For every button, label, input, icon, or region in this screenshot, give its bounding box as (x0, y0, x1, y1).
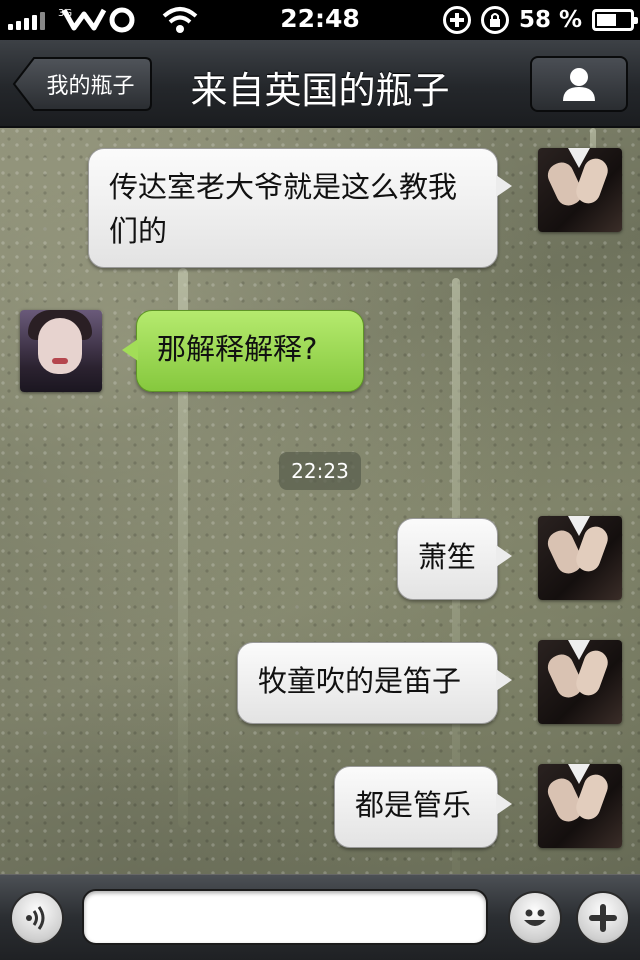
plus-icon (589, 904, 617, 932)
message-bubble-sent[interactable]: 传达室老大爷就是这么教我们的 (88, 148, 512, 268)
message-text: 那解释解释? (157, 332, 318, 366)
message-text: 萧笙 (418, 540, 477, 574)
voice-button[interactable] (10, 891, 64, 945)
back-button[interactable]: 我的瓶子 (12, 56, 153, 112)
add-circle-icon (442, 6, 471, 34)
avatar-me[interactable] (538, 764, 622, 848)
page-title: 来自英国的瓶子 (190, 69, 450, 112)
smiley-icon (524, 909, 546, 926)
navigation-bar: 我的瓶子 来自英国的瓶子 (0, 40, 640, 128)
battery-percent: 58 % (518, 7, 582, 33)
message-bubble-sent[interactable]: 牧童吹的是笛子 (237, 642, 512, 724)
chat-screen: 3G 22:48 58 % 我的瓶子 来自英国的瓶子 传达室老大爷就是这么教我们… (0, 0, 640, 960)
battery-level (597, 14, 616, 26)
message-timestamp: 22:23 (279, 452, 361, 490)
voice-icon (26, 906, 45, 930)
battery-icon (592, 9, 638, 31)
status-bar: 3G 22:48 58 % (0, 0, 640, 40)
profile-button[interactable] (530, 56, 628, 112)
avatar-me[interactable] (538, 148, 622, 232)
message-text: 传达室老大爷就是这么教我们的 (109, 170, 458, 248)
message-text: 牧童吹的是笛子 (258, 664, 462, 698)
back-button-label: 我的瓶子 (46, 74, 135, 99)
avatar-contact[interactable] (20, 310, 102, 392)
message-bubble-sent[interactable]: 都是管乐 (334, 766, 512, 848)
avatar-me[interactable] (538, 516, 622, 600)
message-bubble-sent[interactable]: 萧笙 (397, 518, 512, 600)
input-bar (0, 874, 640, 960)
person-icon (563, 68, 595, 101)
chat-area[interactable]: 传达室老大爷就是这么教我们的 那解释解释? 22:23 萧笙 牧童吹的是笛子 都… (0, 128, 640, 874)
message-bubble-received[interactable]: 那解释解释? (122, 310, 364, 392)
message-text: 都是管乐 (355, 788, 472, 822)
add-button[interactable] (576, 891, 630, 945)
emoji-button[interactable] (508, 891, 562, 945)
avatar-me[interactable] (538, 640, 622, 724)
message-input[interactable] (82, 889, 488, 945)
rotation-lock-icon (480, 6, 509, 34)
